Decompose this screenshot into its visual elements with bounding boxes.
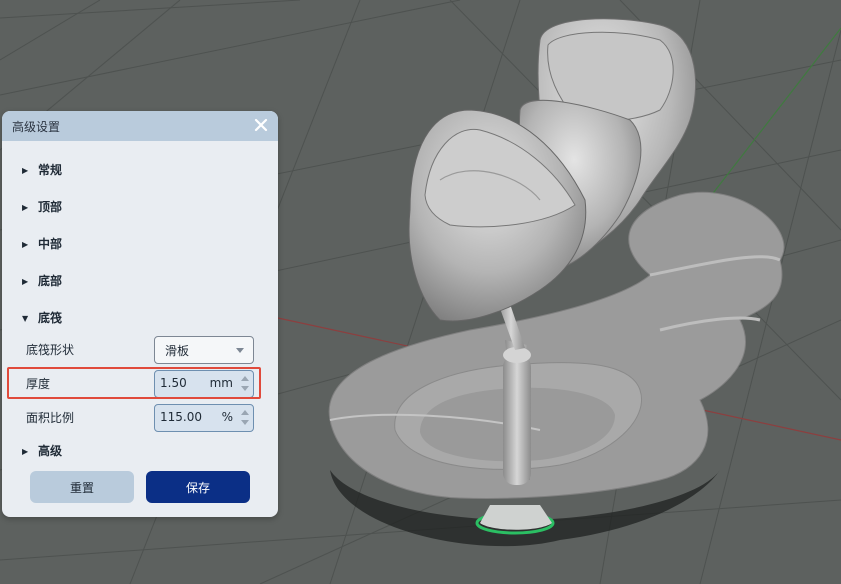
section-bottom-label: 底部 [38, 274, 63, 288]
spin-down-icon[interactable] [241, 420, 249, 425]
panel-header: 高级设置 [2, 111, 278, 141]
area-ratio-label: 面积比例 [26, 411, 75, 425]
chevron-right-icon: ▶ [22, 446, 29, 456]
spin-arrows[interactable] [240, 374, 250, 394]
chevron-down-icon: ▼ [22, 313, 29, 323]
section-top-label: 顶部 [38, 200, 63, 214]
section-general-label: 常规 [38, 163, 63, 177]
thickness-label: 厚度 [26, 377, 51, 391]
section-middle[interactable]: ▶ 中部 [22, 235, 62, 253]
dropdown-caret-icon [236, 348, 244, 353]
section-advanced-label: 高级 [38, 444, 63, 458]
chevron-right-icon: ▶ [22, 165, 29, 175]
chevron-right-icon: ▶ [22, 202, 29, 212]
area-ratio-unit: % [221, 410, 233, 424]
chevron-right-icon: ▶ [22, 239, 29, 249]
advanced-settings-panel: 高级设置 ▶ 常规 ▶ 顶部 ▶ 中部 ▶ 底部 ▼ 底筏 底筏形状 滑板 厚度 1.50… [2, 111, 278, 517]
thickness-unit: mm [209, 376, 233, 390]
section-middle-label: 中部 [38, 237, 63, 251]
spin-down-icon[interactable] [241, 386, 249, 391]
spin-arrows[interactable] [240, 408, 250, 428]
spin-up-icon[interactable] [241, 410, 249, 415]
thickness-value: 1.50 [160, 376, 187, 390]
section-top[interactable]: ▶ 顶部 [22, 198, 62, 216]
section-base[interactable]: ▼ 底筏 [22, 309, 62, 327]
section-base-label: 底筏 [38, 311, 63, 325]
base-shape-select[interactable]: 滑板 [154, 336, 254, 364]
close-icon[interactable] [252, 116, 270, 134]
area-ratio-spinbox[interactable]: 115.00 % [154, 404, 254, 432]
section-advanced[interactable]: ▶ 高级 [22, 442, 62, 460]
spin-up-icon[interactable] [241, 376, 249, 381]
panel-title: 高级设置 [12, 120, 61, 134]
chevron-right-icon: ▶ [22, 276, 29, 286]
base-shape-value: 滑板 [165, 344, 190, 358]
section-general[interactable]: ▶ 常规 [22, 161, 62, 179]
save-button[interactable]: 保存 [146, 471, 250, 503]
area-ratio-value: 115.00 [160, 410, 202, 424]
reset-button[interactable]: 重置 [30, 471, 134, 503]
section-bottom[interactable]: ▶ 底部 [22, 272, 62, 290]
base-shape-label: 底筏形状 [26, 343, 75, 357]
thickness-spinbox[interactable]: 1.50 mm [154, 370, 254, 398]
